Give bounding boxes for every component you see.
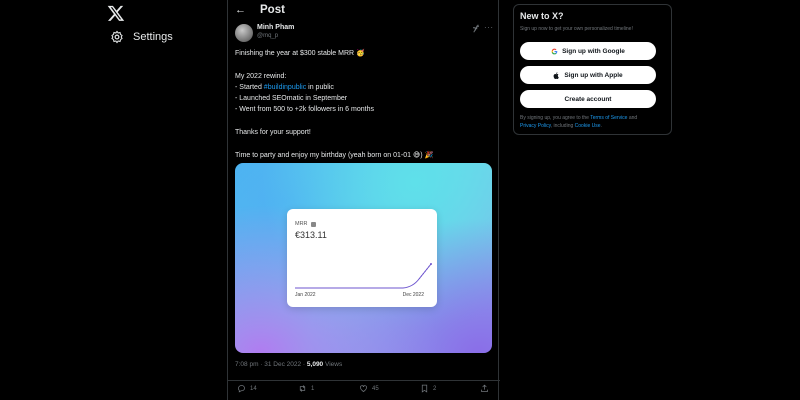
tweet-line: Finishing the year at $300 stable MRR 🥳 (235, 50, 365, 57)
reply-icon (238, 385, 245, 393)
terms-text: and (627, 115, 638, 121)
main-column: ← Post Minh Pham @mq_p ··· Finishing the… (227, 0, 500, 400)
apple-icon (553, 71, 560, 79)
arrow-left-icon[interactable]: ← (235, 5, 246, 16)
bookmark-icon (421, 384, 428, 393)
tweet-line: - Went from 500 to +2k followers in 6 mo… (235, 106, 374, 114)
tweet-text-fragment: in public (306, 83, 334, 91)
nav-settings[interactable]: Settings (110, 30, 173, 44)
tweet-line: - Launched SEOmatic in September (235, 95, 348, 103)
more-options-icon[interactable]: ··· (484, 23, 494, 32)
hashtag-link[interactable]: #buildinpublic (264, 84, 306, 91)
google-icon (551, 48, 558, 54)
signup-google-label: Sign up with Google (562, 47, 625, 55)
like-button[interactable]: 45 (359, 384, 379, 393)
create-account-label: Create account (564, 95, 612, 103)
repost-icon (299, 385, 306, 392)
tweet-actions: 14 1 45 2 (228, 380, 500, 396)
signup-panel: New to X? Sign up now to get your own pe… (513, 4, 672, 135)
grok-icon[interactable] (472, 24, 480, 33)
like-count: 45 (372, 385, 379, 392)
reply-count: 14 (250, 385, 257, 392)
terms-text: , including (550, 122, 575, 129)
author-handle[interactable]: @mq_p (257, 33, 278, 39)
heart-icon (360, 385, 367, 392)
post-header: ← Post (228, 0, 498, 22)
views-count: 5,090 (306, 361, 324, 368)
mrr-line-chart (295, 263, 432, 289)
repost-button[interactable]: 1 (298, 384, 314, 393)
create-account-button[interactable]: Create account (520, 90, 656, 108)
tweet-line: My 2022 rewind: (235, 72, 287, 80)
info-icon (310, 221, 316, 227)
repost-count: 1 (311, 385, 315, 392)
mrr-value: €313.11 (295, 230, 327, 240)
mrr-card-title: MRR (295, 221, 316, 227)
views-label: Views (323, 361, 343, 368)
tweet-text-fragment: - Started (235, 83, 264, 91)
tweet-line: - Started #buildinpublic in public (235, 82, 495, 93)
signup-terms: By signing up, you agree to the Terms of… (520, 115, 670, 130)
author-name[interactable]: Minh Pham (257, 24, 294, 31)
tweet-media-image[interactable]: MRR €313.11 Jan 2022 Dec 2022 (235, 163, 492, 353)
privacy-policy-link[interactable]: Privacy Policy (520, 123, 551, 129)
share-button[interactable] (480, 384, 489, 393)
chart-x-start: Jan 2022 (295, 292, 316, 298)
signup-apple-button[interactable]: Sign up with Apple (520, 66, 656, 84)
page-title: Post (260, 4, 285, 16)
tweet-text: Finishing the year at $300 stable MRR 🥳 … (235, 48, 495, 161)
share-icon (481, 384, 488, 392)
tweet-meta: 7:08 pm · 31 Dec 2022 · 5,090 Views (235, 361, 342, 368)
tweet-timestamp[interactable]: 7:08 pm · 31 Dec 2022 · (235, 361, 307, 368)
bookmark-count: 2 (433, 385, 437, 392)
gear-icon (111, 30, 123, 44)
mrr-card: MRR €313.11 Jan 2022 Dec 2022 (287, 209, 437, 307)
signup-subtitle: Sign up now to get your own personalized… (520, 26, 633, 32)
cookie-use-link[interactable]: Cookie Use (575, 123, 601, 129)
mrr-label: MRR (295, 221, 308, 227)
terms-text: . (600, 122, 602, 129)
signup-google-button[interactable]: Sign up with Google (520, 42, 656, 60)
tweet-line: Time to party and enjoy my birthday (yea… (235, 151, 434, 159)
settings-label: Settings (133, 31, 173, 43)
signup-apple-label: Sign up with Apple (564, 71, 623, 79)
chart-x-end: Dec 2022 (402, 292, 424, 298)
terms-of-service-link[interactable]: Terms of Service (590, 115, 627, 121)
avatar[interactable] (235, 24, 253, 42)
reply-button[interactable]: 14 (237, 384, 257, 393)
bookmark-button[interactable]: 2 (420, 384, 436, 393)
tweet-line: Thanks for your support! (235, 129, 311, 137)
signup-title: New to X? (520, 11, 564, 21)
x-logo-icon[interactable] (107, 4, 125, 22)
terms-text: By signing up, you agree to the (520, 115, 591, 121)
